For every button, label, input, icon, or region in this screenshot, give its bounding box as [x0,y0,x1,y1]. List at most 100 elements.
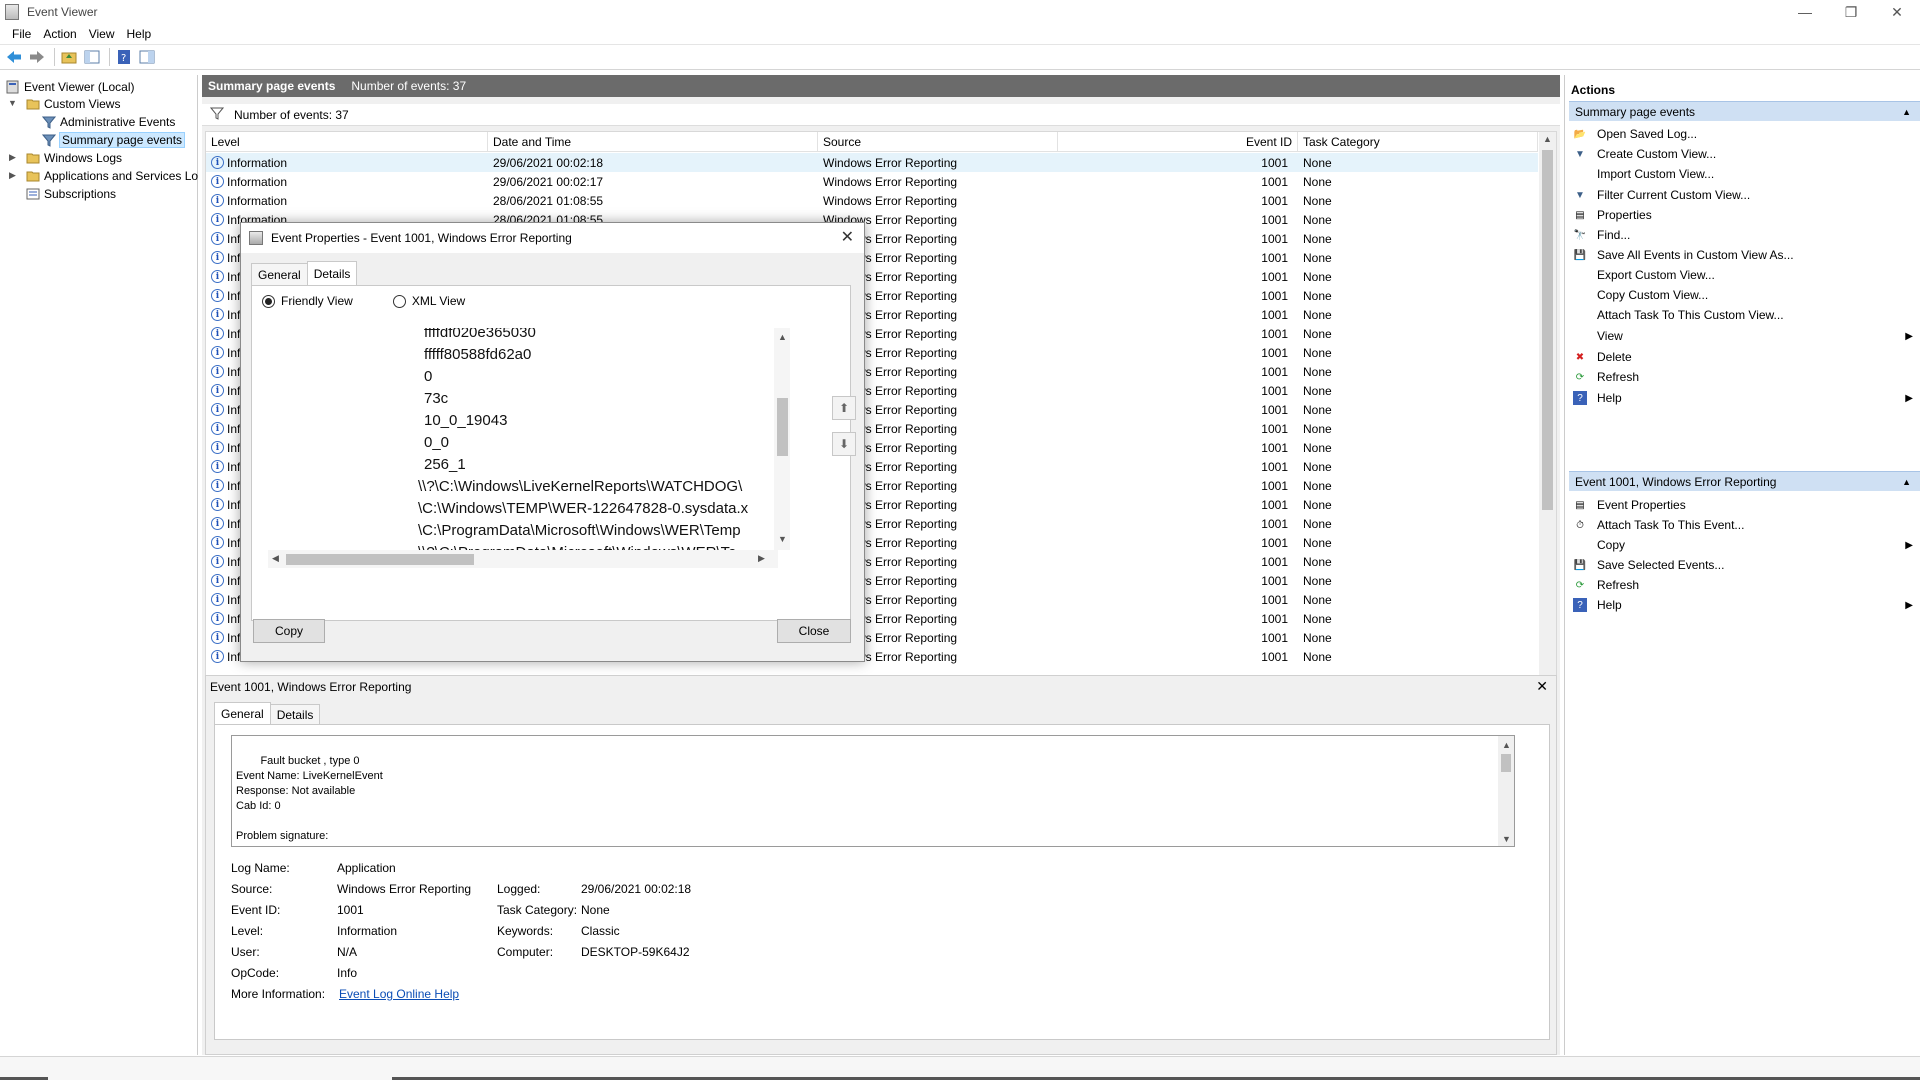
tree-item-subscriptions[interactable]: Subscriptions [26,185,116,203]
column-header-source[interactable]: Source [818,132,1058,152]
action-filter[interactable]: ▼ Filter Current Custom View... [1573,185,1917,205]
menu-file[interactable]: File [6,27,37,41]
action-find[interactable]: 🔭 Find... [1573,225,1917,245]
collapse-up-icon[interactable]: ▲ [1902,477,1911,487]
xml-view-label[interactable]: XML View [412,294,465,308]
scroll-up-icon[interactable]: ▲ [1543,134,1552,144]
xml-view-radio[interactable] [392,294,406,308]
details-horizontal-scrollbar[interactable]: ◀ ▶ [268,550,778,568]
scroll-up-icon[interactable]: ▲ [1502,738,1511,753]
dialog-tab-details[interactable]: Details [306,261,358,285]
actions-section-event-1001[interactable]: Event 1001, Windows Error Reporting ▲ [1569,471,1920,491]
event-log-online-help-link[interactable]: Event Log Online Help [339,987,459,1001]
scroll-down-icon[interactable]: ▼ [1502,832,1511,846]
cell-event-id-container: 1001 [1058,647,1298,666]
next-event-button[interactable]: ⬇ [832,432,856,456]
action-save-event[interactable]: 💾 Save Selected Events... [1573,555,1917,575]
scroll-thumb[interactable] [777,398,788,456]
scroll-up-icon[interactable]: ▲ [778,332,787,342]
column-header-task-category[interactable]: Task Category [1298,132,1538,152]
expand-chevron-icon[interactable]: ▶ [9,152,19,163]
action-export[interactable]: Export Custom View... [1573,265,1917,285]
scroll-thumb[interactable] [286,554,474,565]
action-create-view[interactable]: ▼ Create Custom View... [1573,144,1917,164]
action-properties[interactable]: ▤ Properties [1573,205,1917,225]
forward-arrow-icon[interactable] [27,47,47,67]
close-window-button[interactable]: ✕ [1874,0,1920,24]
action-copy[interactable]: Copy Custom View... [1573,285,1917,305]
tree-item-administrative-events[interactable]: Administrative Events [41,113,175,131]
cell-event-id: 1001 [1261,630,1288,645]
previous-event-button[interactable]: ⬆ [832,396,856,420]
action-help-event[interactable]: ? Help ▶ [1573,595,1917,615]
collapse-chevron-icon[interactable]: ▼ [8,98,18,108]
dialog-close-icon[interactable]: ✕ [841,227,854,247]
tab-details[interactable]: Details [269,704,321,724]
minimize-button[interactable]: — [1782,0,1828,24]
tree-item-applications-services[interactable]: Applications and Services Lo [26,167,198,185]
expand-chevron-icon[interactable]: ▶ [9,170,19,181]
preview-close-icon[interactable]: ✕ [1536,678,1548,695]
scroll-left-icon[interactable]: ◀ [272,553,279,564]
event-description[interactable]: Fault bucket , type 0 Event Name: LiveKe… [231,735,1515,847]
cell-event-id-container: 1001 [1058,476,1298,495]
action-copy-event[interactable]: Copy ▶ [1573,535,1917,555]
close-button[interactable]: Close [777,619,851,643]
information-icon: i [211,479,224,492]
friendly-view-label[interactable]: Friendly View [281,294,353,308]
information-icon: i [211,422,224,435]
dialog-tab-general[interactable]: General [251,263,308,285]
scroll-down-icon[interactable]: ▼ [778,534,787,544]
details-content[interactable]: ffffdf020e365030 fffff80588fd62a0 0 73c 10_0… [268,328,778,568]
action-attach-task-event[interactable]: ⏱ Attach Task To This Event... [1573,515,1917,535]
menu-action[interactable]: Action [37,27,82,41]
details-vertical-scrollbar[interactable]: ▲ ▼ [774,328,790,550]
action-refresh[interactable]: ⟳ Refresh [1573,367,1917,387]
action-save[interactable]: 💾 Save All Events in Custom View As... [1573,245,1917,265]
help-icon[interactable]: ? [114,47,134,67]
actions-section-summary-page-events[interactable]: Summary page events ▲ [1569,101,1920,121]
scroll-right-icon[interactable]: ▶ [758,553,765,564]
table-row[interactable]: i Information 29/06/2021 00:02:17 Windows E… [206,172,1538,191]
menu-help[interactable]: Help [121,27,158,41]
action-help[interactable]: ? Help ▶ [1573,388,1917,408]
folder-up-icon[interactable] [59,47,79,67]
show-hide-action-pane-icon[interactable] [137,47,157,67]
funnel-icon [209,106,225,123]
create-view-icon: ▼ [1575,148,1585,160]
actions-section-label: Event 1001, Windows Error Reporting [1575,474,1777,489]
arrow-down-icon: ⬇ [838,437,850,451]
scroll-thumb[interactable] [1501,754,1511,772]
tree-item-summary-page-events[interactable]: Summary page events [41,131,186,149]
back-arrow-icon[interactable] [4,47,24,67]
show-hide-tree-icon[interactable] [82,47,102,67]
tree-item-windows-logs[interactable]: Windows Logs [26,149,122,167]
action-refresh-event[interactable]: ⟳ Refresh [1573,575,1917,595]
label-event-id: Event ID: [231,903,281,917]
action-open-log[interactable]: 📂 Open Saved Log... [1573,124,1917,144]
tab-general[interactable]: General [214,702,271,724]
column-header-event-id[interactable]: Event ID [1058,132,1298,152]
cell-event-id: 1001 [1261,383,1288,398]
menu-view[interactable]: View [83,27,121,41]
friendly-view-radio[interactable] [262,294,275,308]
action-attach-task[interactable]: Attach Task To This Custom View... [1573,305,1917,325]
collapse-up-icon[interactable]: ▲ [1902,107,1911,117]
action-import-view[interactable]: Import Custom View... [1573,164,1917,184]
table-row[interactable]: i Information 28/06/2021 01:08:55 Windows E… [206,191,1538,210]
label-user: User: [231,945,260,959]
column-header-date-time[interactable]: Date and Time [488,132,818,152]
description-scrollbar[interactable]: ▲ ▼ [1498,736,1514,846]
restore-button[interactable]: ❐ [1828,0,1874,24]
action-event-properties-event[interactable]: ▤ Event Properties [1573,495,1917,515]
tree-item-custom-views[interactable]: Custom Views [26,95,120,113]
scroll-thumb[interactable] [1542,150,1553,510]
grid-vertical-scrollbar[interactable]: ▲ ▼ [1539,132,1556,742]
column-header-level[interactable]: Level [206,132,488,152]
tree-item-root[interactable]: Event Viewer (Local) [6,78,135,96]
table-row[interactable]: i Information 29/06/2021 00:02:18 Windows E… [206,153,1538,172]
action-view[interactable]: View ▶ [1573,326,1917,346]
copy-button[interactable]: Copy [253,619,325,643]
action-delete[interactable]: ✖ Delete [1573,347,1917,367]
action-label: Properties [1597,208,1652,222]
